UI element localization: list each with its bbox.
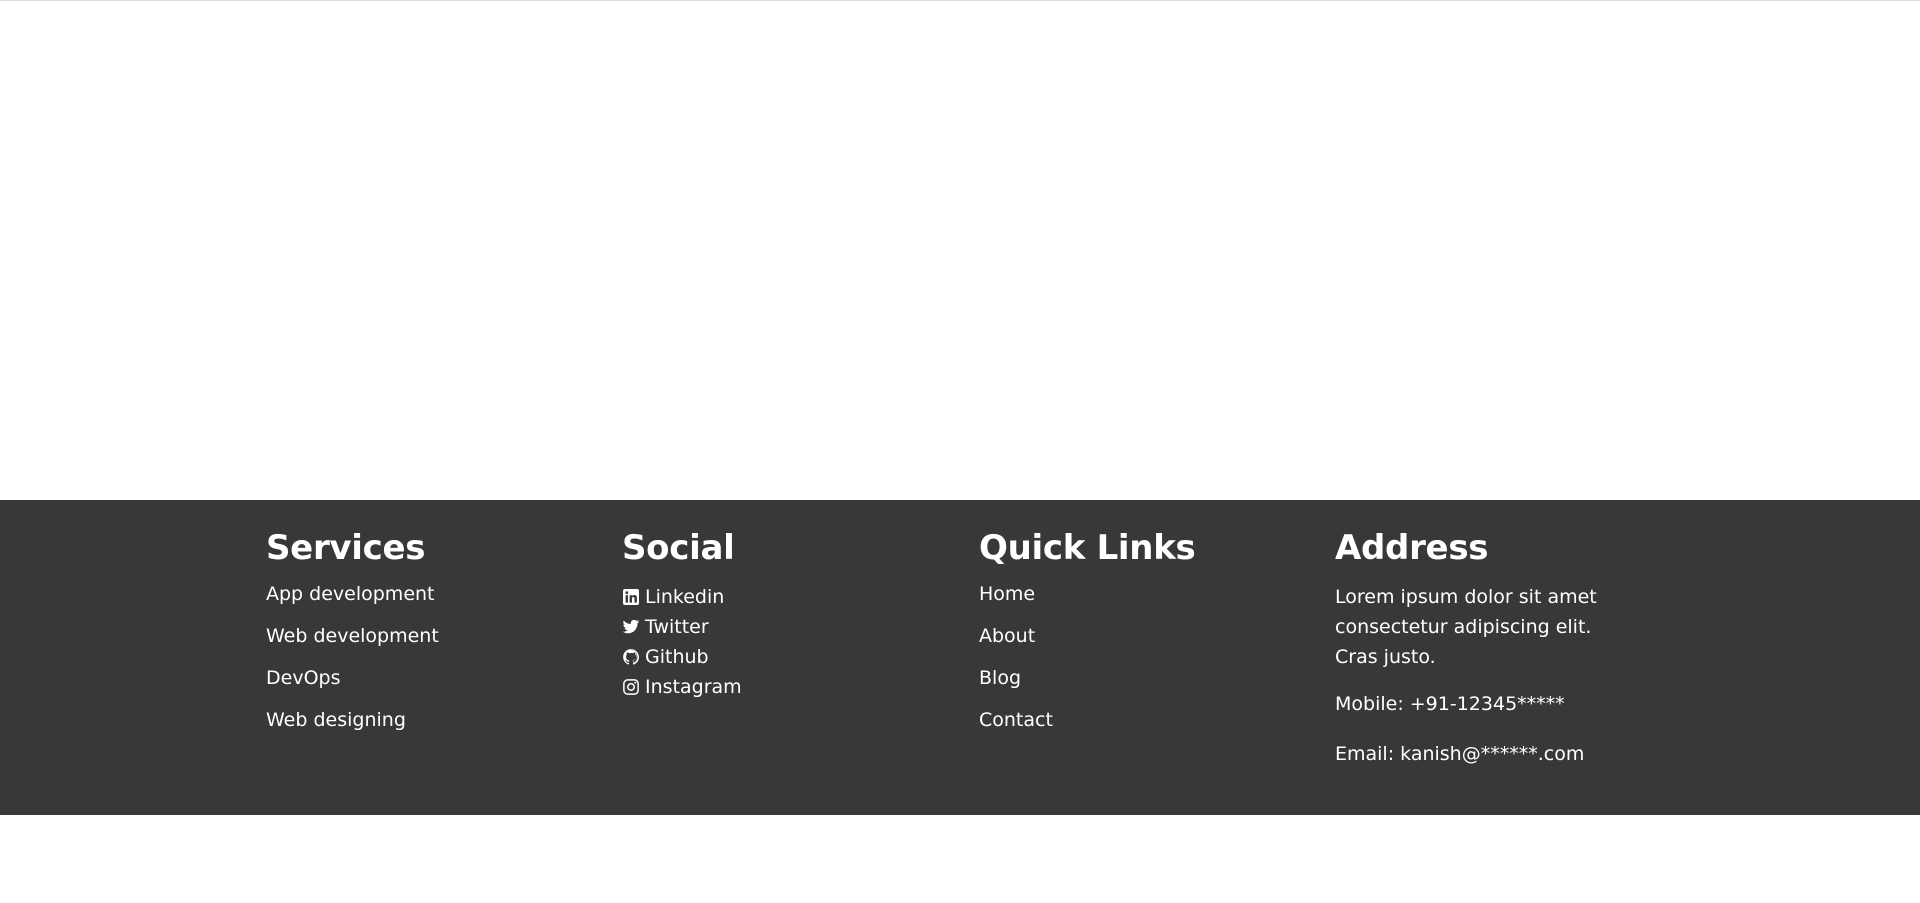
social-link-twitter[interactable]: Twitter (622, 612, 962, 642)
quick-link-blog[interactable]: Blog (979, 666, 1319, 690)
social-label-linkedin: Linkedin (645, 586, 725, 608)
address-email: Email: kanish@******.com (1335, 743, 1585, 765)
quick-link-about[interactable]: About (979, 624, 1319, 648)
social-section: Social Linkedin Twitter Github Instagram (622, 526, 962, 702)
address-text: Lorem ipsum dolor sit amet consectetur a… (1335, 586, 1597, 668)
address-mobile: Mobile: +91-12345***** (1335, 693, 1565, 715)
quick-links-list: Home About Blog Contact (979, 582, 1319, 732)
twitter-icon (622, 618, 640, 636)
social-label-github: Github (645, 646, 709, 668)
quick-links-heading: Quick Links (979, 528, 1196, 568)
quick-link-contact[interactable]: Contact (979, 708, 1319, 732)
social-link-instagram[interactable]: Instagram (622, 672, 962, 702)
instagram-icon (622, 678, 640, 696)
social-link-github[interactable]: Github (622, 642, 962, 672)
top-border (0, 0, 1920, 1)
address-heading: Address (1335, 528, 1489, 568)
quick-links-section: Quick Links Home About Blog Contact (979, 526, 1319, 750)
services-item-devops[interactable]: DevOps (266, 666, 606, 690)
social-label-twitter: Twitter (645, 616, 709, 638)
services-heading: Services (266, 528, 426, 568)
social-heading: Social (622, 528, 735, 568)
services-list: App development Web development DevOps W… (266, 582, 606, 732)
quick-link-home[interactable]: Home (979, 582, 1319, 606)
services-section: Services App development Web development… (266, 526, 606, 750)
social-label-instagram: Instagram (645, 676, 742, 698)
social-list: Linkedin Twitter Github Instagram (622, 582, 962, 702)
services-item-web-designing[interactable]: Web designing (266, 708, 606, 732)
address-section: Address Lorem ipsum dolor sit amet conse… (1335, 526, 1635, 792)
services-item-app-development[interactable]: App development (266, 582, 606, 606)
linkedin-icon (622, 588, 640, 606)
github-icon (622, 648, 640, 666)
services-item-web-development[interactable]: Web development (266, 624, 606, 648)
social-link-linkedin[interactable]: Linkedin (622, 582, 962, 612)
site-footer: Services App development Web development… (0, 500, 1920, 815)
